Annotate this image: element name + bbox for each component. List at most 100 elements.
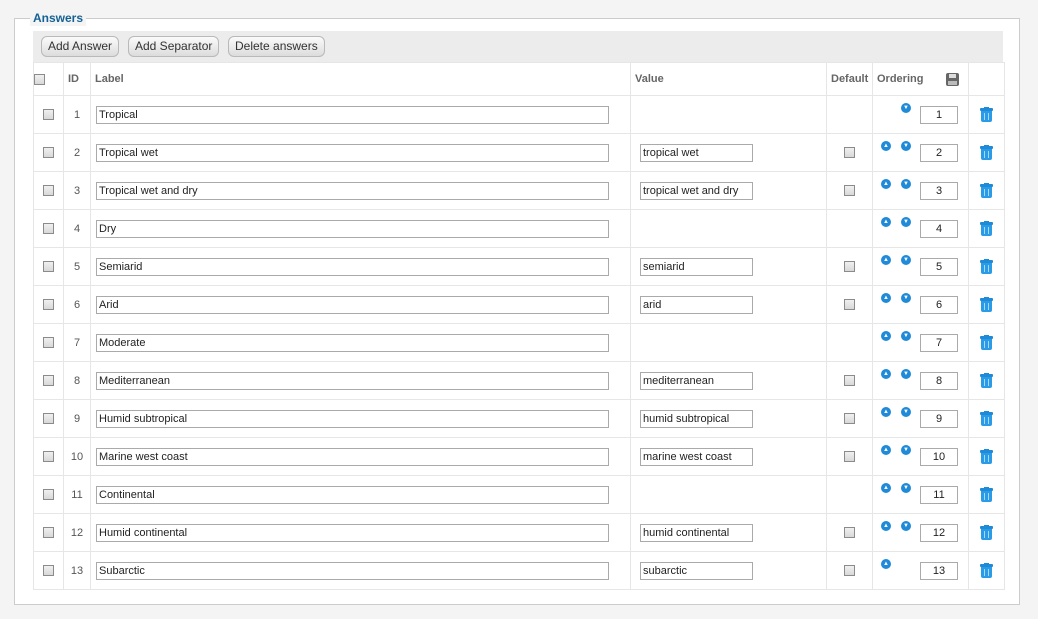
arrow-up-icon[interactable]: ▲	[881, 445, 891, 455]
arrow-down-icon[interactable]: ▼	[901, 217, 911, 227]
trash-icon[interactable]	[980, 107, 993, 122]
value-input[interactable]	[640, 523, 753, 542]
row-select-checkbox[interactable]	[43, 337, 54, 349]
default-checkbox[interactable]	[844, 413, 855, 425]
order-input[interactable]	[920, 562, 958, 580]
value-input[interactable]	[640, 561, 753, 580]
order-input[interactable]	[920, 486, 958, 504]
label-input[interactable]	[96, 447, 609, 466]
order-input[interactable]	[920, 220, 958, 238]
label-input[interactable]	[96, 485, 609, 504]
row-select-checkbox[interactable]	[43, 109, 54, 121]
trash-icon[interactable]	[980, 449, 993, 464]
trash-icon[interactable]	[980, 297, 993, 312]
order-input[interactable]	[920, 334, 958, 352]
default-checkbox[interactable]	[844, 185, 855, 197]
row-select-checkbox[interactable]	[43, 185, 54, 197]
add-separator-button[interactable]: Add Separator	[128, 36, 220, 57]
arrow-up-icon[interactable]: ▲	[881, 141, 891, 151]
trash-icon[interactable]	[980, 259, 993, 274]
label-input[interactable]	[96, 371, 609, 390]
row-select-checkbox[interactable]	[43, 451, 54, 463]
order-input[interactable]	[920, 524, 958, 542]
value-input[interactable]	[640, 257, 753, 276]
trash-icon[interactable]	[980, 487, 993, 502]
value-input[interactable]	[640, 181, 753, 200]
select-all-checkbox[interactable]	[34, 73, 45, 85]
label-input[interactable]	[96, 105, 609, 124]
arrow-down-icon[interactable]: ▼	[901, 179, 911, 189]
trash-icon[interactable]	[980, 563, 993, 578]
label-input[interactable]	[96, 257, 609, 276]
arrow-up-icon[interactable]: ▲	[881, 293, 891, 303]
label-input[interactable]	[96, 295, 609, 314]
arrow-down-icon[interactable]: ▼	[901, 407, 911, 417]
add-answer-button[interactable]: Add Answer	[41, 36, 120, 57]
default-cell	[826, 475, 873, 514]
arrow-down-icon[interactable]: ▼	[901, 103, 911, 113]
row-select-checkbox[interactable]	[43, 565, 54, 577]
arrow-up-icon[interactable]: ▲	[881, 179, 891, 189]
trash-icon[interactable]	[980, 183, 993, 198]
trash-icon[interactable]	[980, 525, 993, 540]
label-input[interactable]	[96, 523, 609, 542]
label-input[interactable]	[96, 409, 609, 428]
default-checkbox[interactable]	[844, 299, 855, 311]
trash-icon[interactable]	[980, 373, 993, 388]
trash-icon[interactable]	[980, 411, 993, 426]
row-select-checkbox[interactable]	[43, 261, 54, 273]
arrow-up-icon[interactable]: ▲	[881, 407, 891, 417]
value-input[interactable]	[640, 295, 753, 314]
value-input[interactable]	[640, 371, 753, 390]
arrow-down-icon[interactable]: ▼	[901, 521, 911, 531]
order-input[interactable]	[920, 106, 958, 124]
arrow-up-icon[interactable]: ▲	[881, 217, 891, 227]
default-checkbox[interactable]	[844, 147, 855, 159]
arrow-up-icon[interactable]: ▲	[881, 331, 891, 341]
arrow-down-icon[interactable]: ▼	[901, 141, 911, 151]
arrow-up-icon[interactable]: ▲	[881, 369, 891, 379]
label-input[interactable]	[96, 219, 609, 238]
arrow-up-icon[interactable]: ▲	[881, 255, 891, 265]
save-icon[interactable]	[946, 73, 959, 86]
order-input[interactable]	[920, 258, 958, 276]
arrow-down-icon[interactable]: ▼	[901, 293, 911, 303]
default-checkbox[interactable]	[844, 451, 855, 463]
arrow-up-icon[interactable]: ▲	[881, 559, 891, 569]
arrow-down-icon[interactable]: ▼	[901, 483, 911, 493]
order-input[interactable]	[920, 182, 958, 200]
label-input[interactable]	[96, 143, 609, 162]
row-select-checkbox[interactable]	[43, 147, 54, 159]
row-select-checkbox[interactable]	[43, 527, 54, 539]
trash-icon[interactable]	[980, 221, 993, 236]
arrow-up-icon[interactable]: ▲	[881, 483, 891, 493]
label-input[interactable]	[96, 333, 609, 352]
row-select-checkbox[interactable]	[43, 299, 54, 311]
row-select-checkbox[interactable]	[43, 223, 54, 235]
arrow-down-icon[interactable]: ▼	[901, 445, 911, 455]
delete-answers-button[interactable]: Delete answers	[228, 36, 325, 57]
value-input[interactable]	[640, 409, 753, 428]
arrow-up-icon[interactable]: ▲	[881, 521, 891, 531]
row-select-checkbox[interactable]	[43, 375, 54, 387]
arrow-down-icon[interactable]: ▼	[901, 331, 911, 341]
row-select-checkbox[interactable]	[43, 489, 54, 501]
value-input[interactable]	[640, 143, 753, 162]
value-input[interactable]	[640, 447, 753, 466]
order-input[interactable]	[920, 296, 958, 314]
order-input[interactable]	[920, 410, 958, 428]
default-checkbox[interactable]	[844, 527, 855, 539]
label-input[interactable]	[96, 181, 609, 200]
trash-icon[interactable]	[980, 145, 993, 160]
arrow-down-icon[interactable]: ▼	[901, 369, 911, 379]
label-input[interactable]	[96, 561, 609, 580]
default-checkbox[interactable]	[844, 375, 855, 387]
row-select-checkbox[interactable]	[43, 413, 54, 425]
order-input[interactable]	[920, 372, 958, 390]
default-checkbox[interactable]	[844, 565, 855, 577]
arrow-down-icon[interactable]: ▼	[901, 255, 911, 265]
default-checkbox[interactable]	[844, 261, 855, 273]
order-input[interactable]	[920, 144, 958, 162]
order-input[interactable]	[920, 448, 958, 466]
trash-icon[interactable]	[980, 335, 993, 350]
